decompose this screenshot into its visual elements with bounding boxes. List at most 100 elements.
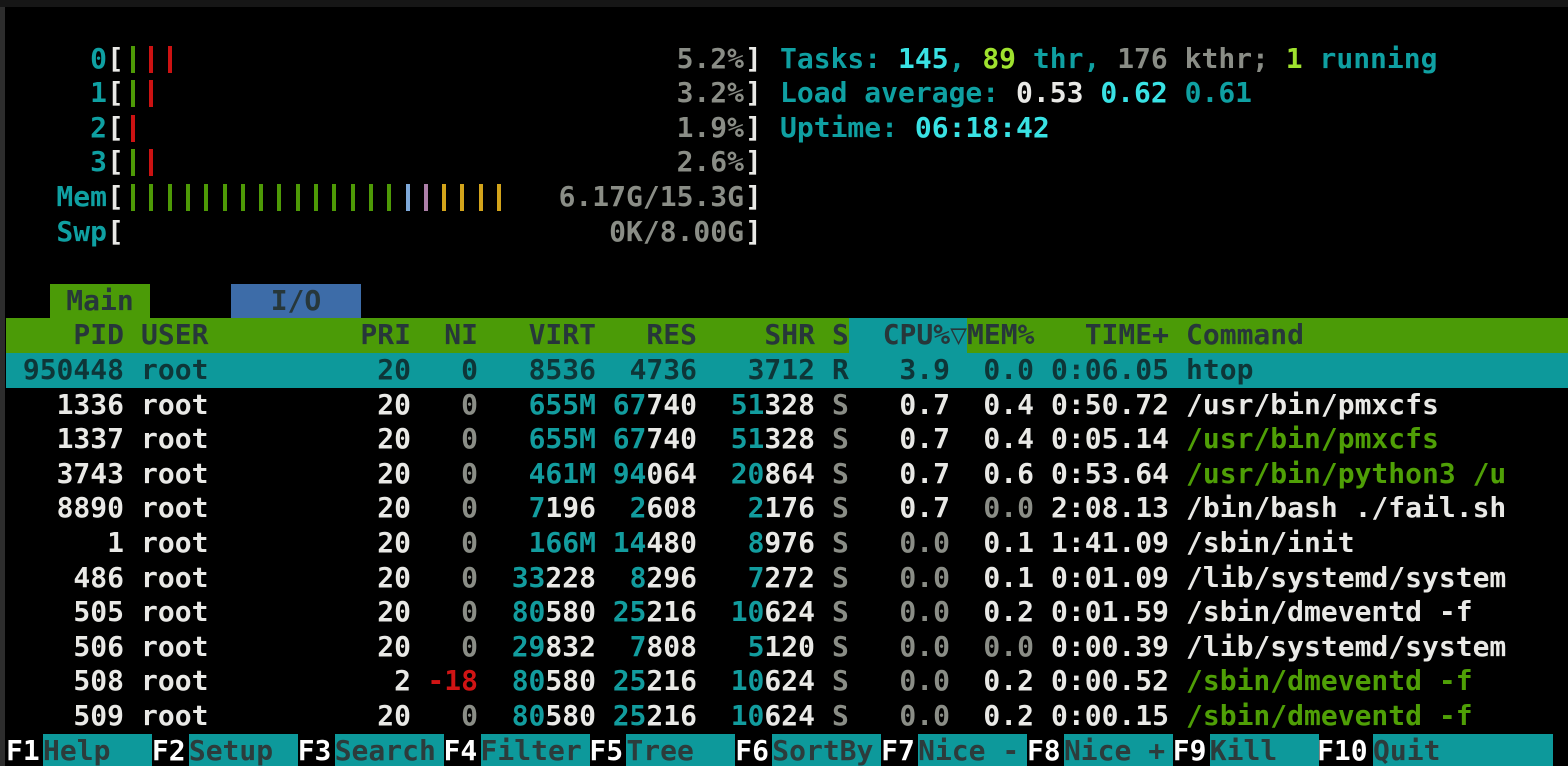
- uptime-line-segment: Uptime:: [780, 111, 915, 144]
- fkey-f7[interactable]: F7: [881, 734, 918, 766]
- cell-shr-text: 8: [748, 526, 765, 559]
- meter-bar-red: [149, 149, 153, 176]
- process-row[interactable]: 486root2003322882967272S0.00.10:01.09/li…: [6, 561, 1568, 596]
- cell-shr-text: 624: [764, 664, 815, 697]
- process-row[interactable]: 505root200805802521610624S0.00.20:01.59/…: [6, 595, 1568, 630]
- tasks-line-segment: ;: [1252, 42, 1286, 75]
- cell-ni: 0: [411, 491, 478, 526]
- cell-user-text: root: [141, 526, 208, 559]
- meter-bar-red: [168, 46, 172, 73]
- meter-bar-green: [149, 184, 153, 211]
- cell-time: 0:53.64: [1051, 457, 1169, 492]
- cell-pri-text: 20: [377, 526, 411, 559]
- cell-mem-text: 0.2: [983, 664, 1034, 697]
- cell-res-text: 67: [613, 388, 647, 421]
- process-row[interactable]: 8890root200719626082176S0.70.02:08.13/bi…: [6, 491, 1568, 526]
- htop-terminal: 0[5.2%]1[3.2%]2[1.9%]3[2.6%]Mem[6.17G/15…: [0, 0, 1568, 766]
- meter-close-bracket: ]: [745, 145, 762, 180]
- fkey-f10[interactable]: F10: [1317, 734, 1373, 766]
- fkey-f6[interactable]: F6: [735, 734, 772, 766]
- fkey-label-help[interactable]: Help: [43, 734, 152, 766]
- fkey-f2[interactable]: F2: [152, 734, 189, 766]
- meter-label: 3: [6, 145, 107, 180]
- cell-mem-text: 0.0: [983, 630, 1034, 663]
- cell-ni-text: 0: [461, 699, 478, 732]
- cell-mem: 0.4: [967, 422, 1034, 457]
- meter-open-bracket: [: [107, 76, 124, 111]
- cell-shr-text: 328: [764, 422, 815, 455]
- process-row[interactable]: 1337root200655M6774051328S0.70.40:05.14/…: [6, 422, 1568, 457]
- process-row[interactable]: 508root2-18805802521610624S0.00.20:00.52…: [6, 664, 1568, 699]
- fkey-label-quit[interactable]: Quit: [1373, 734, 1553, 766]
- cell-cpu-text: 0.7: [899, 457, 950, 490]
- cell-cmd-text: /usr/bin/pmxcfs: [1186, 422, 1439, 455]
- header-pri[interactable]: PRI: [293, 318, 411, 353]
- process-row[interactable]: 509root200805802521610624S0.00.20:00.15/…: [6, 699, 1568, 734]
- tab-io[interactable]: I/O: [231, 284, 361, 319]
- cell-time: 2:08.13: [1051, 491, 1169, 526]
- tasks-line-segment: 1: [1286, 42, 1303, 75]
- header-time[interactable]: TIME+: [1051, 318, 1169, 353]
- process-row[interactable]: 1root200166M144808976S0.00.11:41.09/sbin…: [6, 526, 1568, 561]
- cell-mem: 0.4: [967, 388, 1034, 423]
- cell-user: root: [141, 526, 301, 561]
- cell-res-text: 216: [646, 664, 697, 697]
- header-virt[interactable]: VIRT: [478, 318, 596, 353]
- meter-close-bracket: ]: [745, 215, 762, 250]
- uptime-line-segment: 06:18:42: [915, 111, 1050, 144]
- cell-shr: 51328: [697, 422, 815, 457]
- header-shr[interactable]: SHR: [697, 318, 815, 353]
- fkey-label-search[interactable]: Search: [335, 734, 444, 766]
- header-pid[interactable]: PID: [6, 318, 124, 353]
- meter-close-bracket: ]: [745, 111, 762, 146]
- cell-virt-text: 461M: [529, 457, 596, 490]
- cell-cpu-text: 0.7: [899, 388, 950, 421]
- fkey-label-sortby[interactable]: SortBy: [772, 734, 881, 766]
- fkey-f1[interactable]: F1: [6, 734, 43, 766]
- fkey-f4[interactable]: F4: [444, 734, 481, 766]
- fkey-label-kill[interactable]: Kill: [1210, 734, 1319, 766]
- header-command[interactable]: Command: [1186, 318, 1568, 353]
- cell-shr-text: 10: [731, 595, 765, 628]
- cell-pri-text: 20: [377, 422, 411, 455]
- meter-bar-green: [241, 184, 245, 211]
- header-user[interactable]: USER: [141, 318, 301, 353]
- header-cpu-sorted[interactable]: CPU%▽: [849, 318, 967, 353]
- fkey-label-nice[interactable]: Nice +: [1064, 734, 1173, 766]
- fkey-label-nice[interactable]: Nice -: [918, 734, 1027, 766]
- process-row[interactable]: 950448root200853647363712R3.90.00:06.05h…: [6, 353, 1568, 388]
- meter-bar-red: [149, 80, 153, 107]
- fkey-label-filter[interactable]: Filter: [481, 734, 590, 766]
- tab-main[interactable]: Main: [50, 284, 150, 319]
- fkey-f8[interactable]: F8: [1027, 734, 1064, 766]
- cell-res-text: 25: [613, 664, 647, 697]
- cell-shr-text: 624: [764, 595, 815, 628]
- fkey-label-tree[interactable]: Tree: [626, 734, 735, 766]
- fkey-f9[interactable]: F9: [1173, 734, 1210, 766]
- cell-ni-text: 0: [461, 457, 478, 490]
- cell-cpu-text: 0.0: [899, 595, 950, 628]
- cell-virt: 461M: [478, 457, 596, 492]
- process-row[interactable]: 3743root200461M9406420864S0.70.60:53.64/…: [6, 457, 1568, 492]
- header-mem[interactable]: MEM%: [967, 318, 1034, 353]
- process-row[interactable]: 1336root200655M6774051328S0.70.40:50.72/…: [6, 388, 1568, 423]
- cell-mem-text: 0.2: [983, 595, 1034, 628]
- meter-bar-green: [223, 184, 227, 211]
- cell-cpu-text: 3.9: [899, 353, 950, 386]
- header-res[interactable]: RES: [596, 318, 697, 353]
- cell-mem-text: 0.2: [983, 699, 1034, 732]
- meter-close-bracket: ]: [745, 180, 762, 215]
- header-ni[interactable]: NI: [411, 318, 478, 353]
- cell-cpu: 0.0: [849, 630, 950, 665]
- cell-cpu-text: 0.0: [899, 699, 950, 732]
- meter-3: 3[2.6%]: [6, 145, 786, 180]
- fkey-f5[interactable]: F5: [589, 734, 626, 766]
- cell-res: 25216: [596, 699, 697, 734]
- cell-cpu-text: 0.0: [899, 630, 950, 663]
- fkey-label-setup[interactable]: Setup: [189, 734, 298, 766]
- cell-shr-text: 51: [731, 388, 765, 421]
- cell-cmd-text: /lib/systemd/system: [1186, 630, 1506, 663]
- fkey-f3[interactable]: F3: [298, 734, 335, 766]
- process-row[interactable]: 506root2002983278085120S0.00.00:00.39/li…: [6, 630, 1568, 665]
- cell-user: root: [141, 457, 301, 492]
